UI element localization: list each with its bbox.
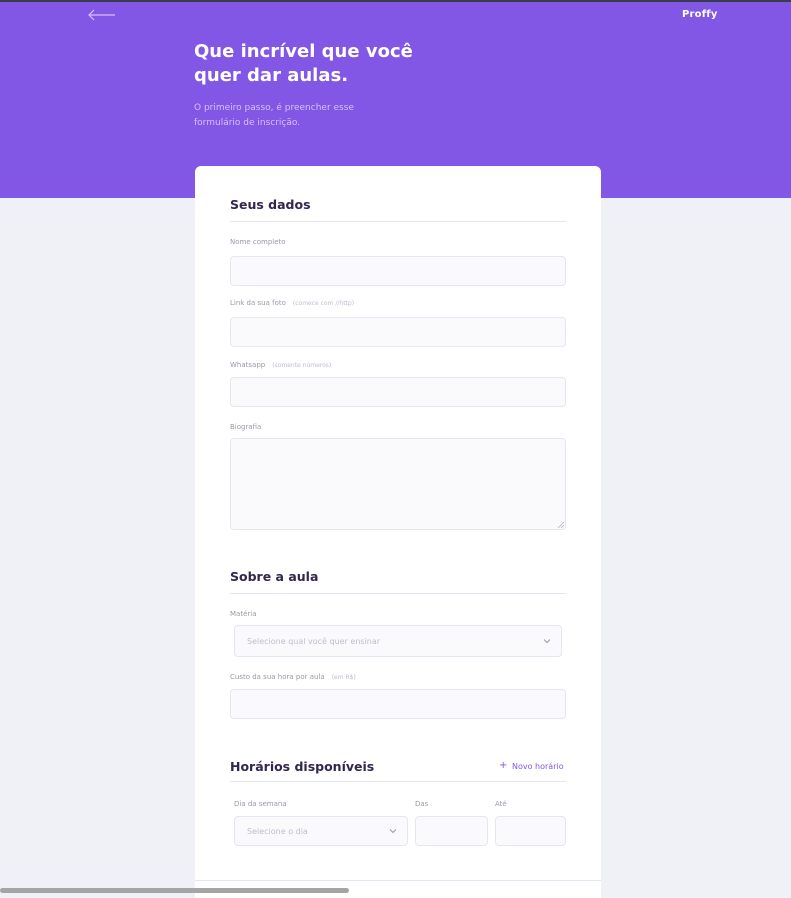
horizontal-scrollbar-thumb[interactable] [0, 888, 349, 893]
section-title-class: Sobre a aula [230, 569, 319, 584]
to-time-input[interactable] [495, 816, 566, 846]
cost-label: Custo da sua hora por aula (em R$) [230, 673, 356, 681]
arrow-left-icon[interactable] [86, 8, 116, 22]
cost-input[interactable] [230, 689, 566, 719]
whatsapp-label: Whatsapp (somente números) [230, 361, 331, 369]
teacher-form: Seus dados Nome completo Link da sua fot… [195, 166, 601, 898]
subject-select[interactable]: Selecione qual você quer ensinar [234, 625, 562, 657]
add-schedule-button[interactable]: Novo horário [512, 762, 564, 771]
weekday-select[interactable]: Selecione o dia [234, 816, 408, 846]
subject-label: Matéria [230, 610, 257, 618]
name-input[interactable] [230, 256, 566, 286]
bio-textarea[interactable] [230, 438, 566, 530]
section-divider [230, 781, 566, 782]
bio-label: Biografia [230, 423, 262, 431]
avatar-label-text: Link da sua foto [230, 299, 286, 307]
name-label: Nome completo [230, 238, 286, 246]
form-footer-divider [195, 880, 601, 881]
whatsapp-input[interactable] [230, 377, 566, 407]
avatar-hint: (comece com //http) [292, 300, 355, 307]
cost-hint: (em R$) [331, 674, 356, 681]
page-title: Que incrível que você quer dar aulas. [194, 41, 413, 86]
avatar-label: Link da sua foto (comece com //http) [230, 299, 354, 307]
resize-grip-icon[interactable] [558, 522, 564, 528]
to-label: Até [495, 800, 507, 808]
section-title-schedule: Horários disponíveis [230, 759, 375, 774]
section-divider [230, 593, 566, 594]
chevron-down-icon [389, 829, 397, 834]
weekday-placeholder: Selecione o dia [247, 826, 308, 836]
proffy-logo: Proffy [682, 9, 718, 20]
from-time-input[interactable] [415, 816, 488, 846]
section-divider [230, 221, 566, 222]
whatsapp-hint: (somente números) [272, 362, 332, 369]
weekday-label: Dia da semana [234, 800, 287, 808]
page-subtitle: O primeiro passo, é preencher esse formu… [194, 103, 354, 128]
whatsapp-label-text: Whatsapp [230, 361, 266, 369]
cost-label-text: Custo da sua hora por aula [230, 673, 325, 681]
avatar-input[interactable] [230, 317, 566, 347]
subject-placeholder: Selecione qual você quer ensinar [247, 636, 381, 646]
from-label: Das [415, 800, 429, 808]
chevron-down-icon [543, 639, 551, 644]
section-title-personal: Seus dados [230, 197, 311, 212]
add-schedule-plus[interactable]: + [499, 760, 507, 771]
